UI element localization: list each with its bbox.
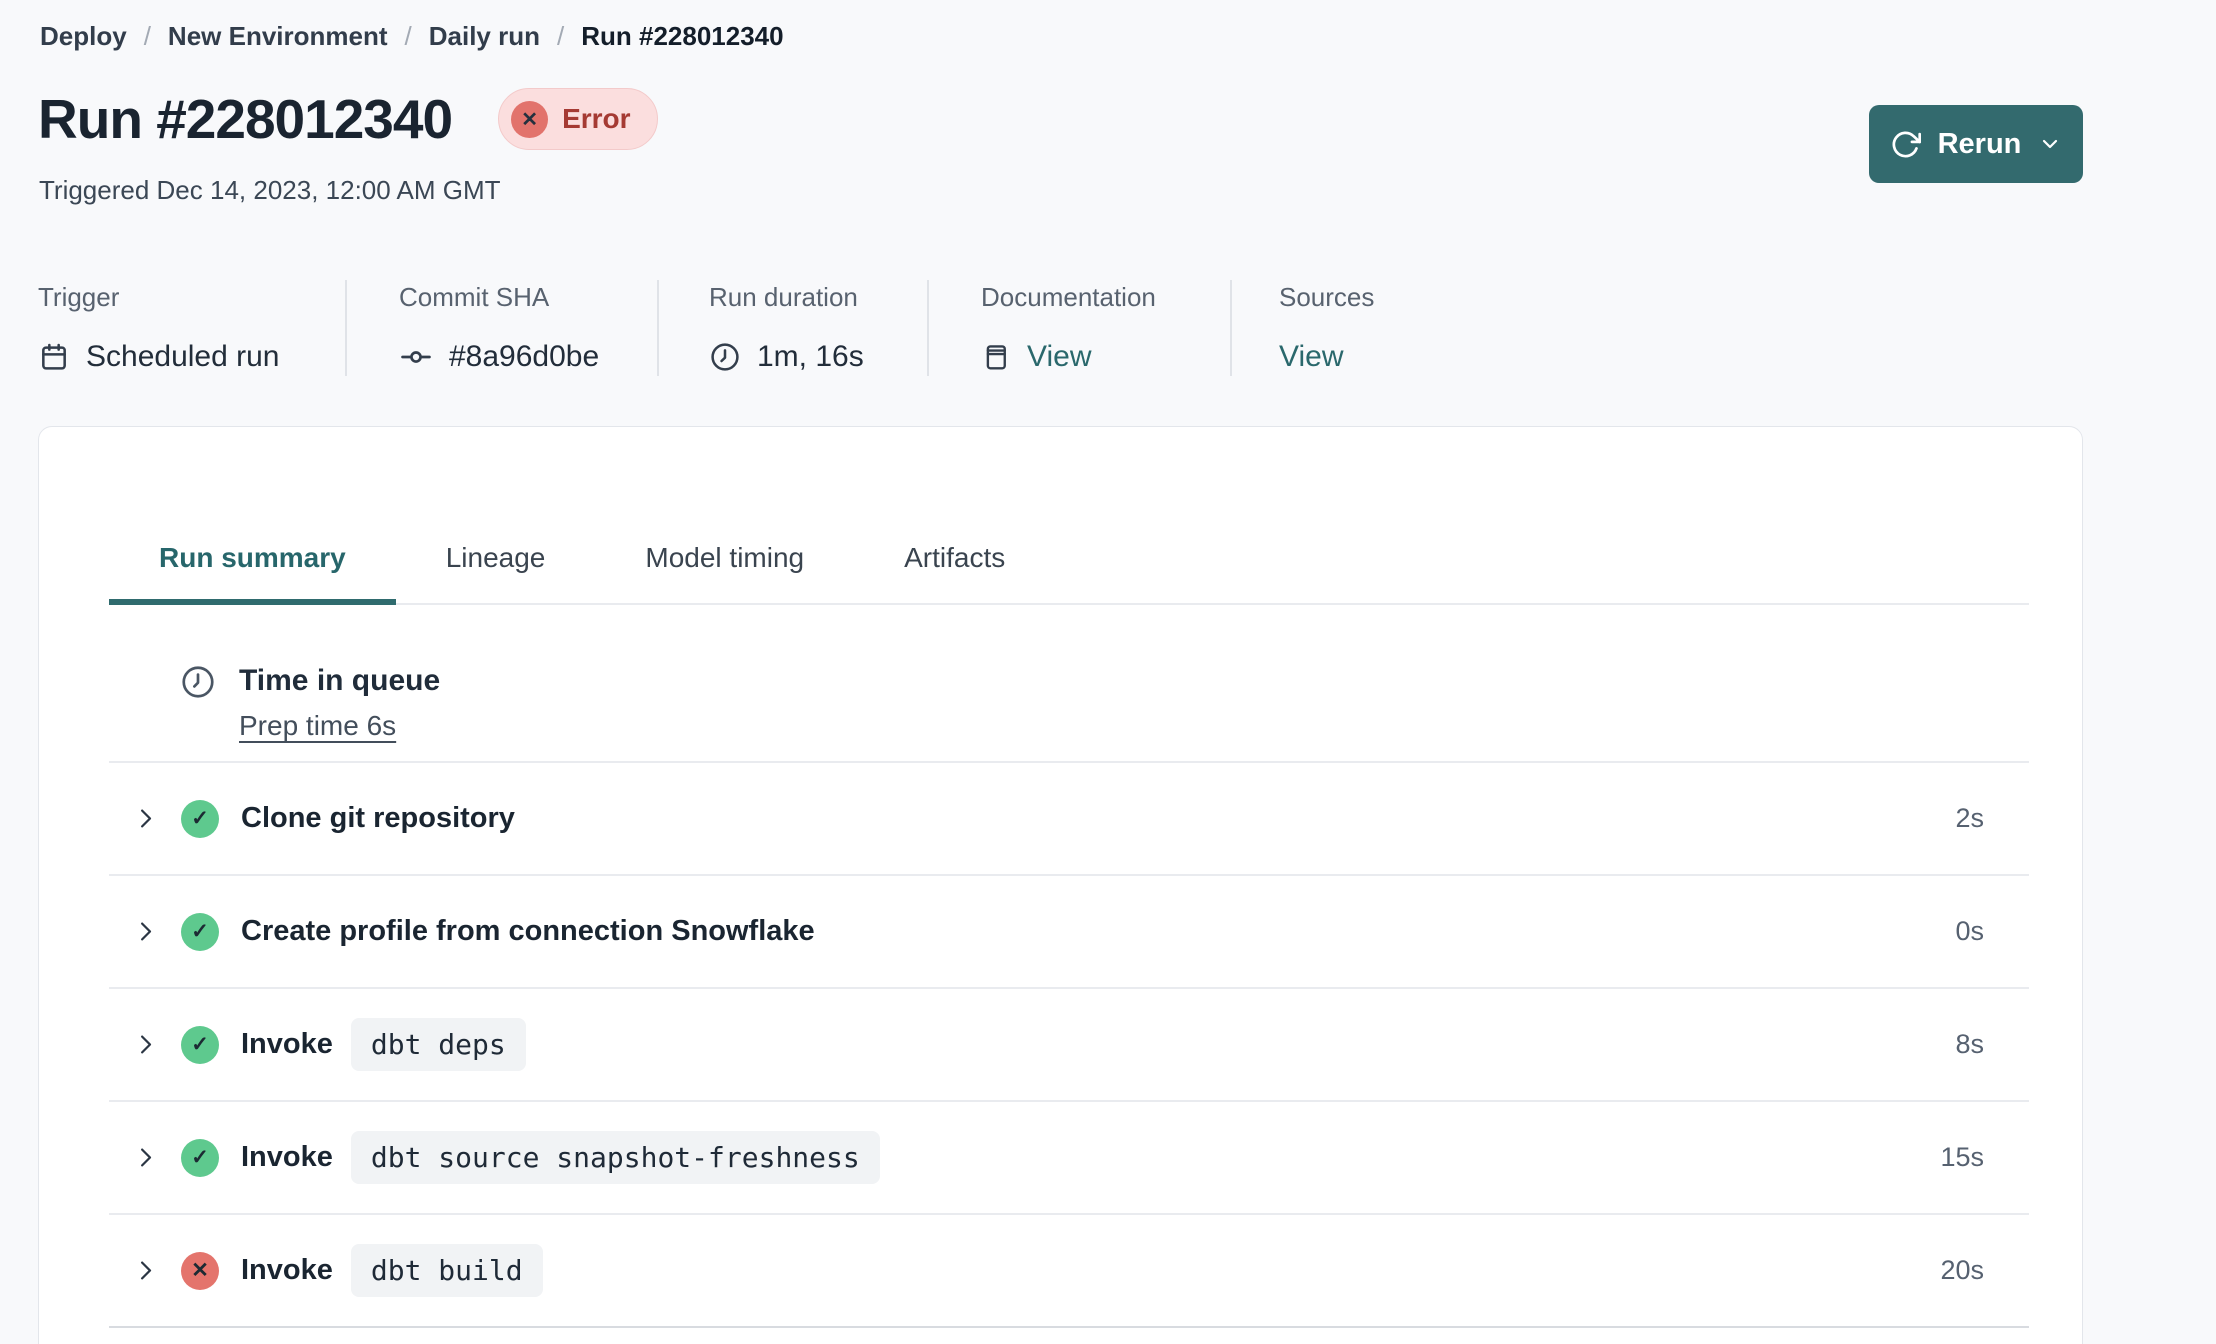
step-row-invoke-dbt-build[interactable]: ✕ Invoke dbt build 20s [109, 1215, 2029, 1328]
meta-sources-label: Sources [1279, 282, 1375, 312]
step-duration: 2s [1955, 803, 1984, 833]
step-command-chip: dbt source snapshot-freshness [350, 1131, 880, 1184]
step-title: Create profile from connection Snowflake [241, 915, 815, 947]
documentation-view-link[interactable]: View [1027, 338, 1091, 376]
chevron-right-icon[interactable] [132, 805, 159, 832]
breadcrumb-item-job[interactable]: Daily run [429, 20, 540, 52]
breadcrumb-separator: / [404, 21, 412, 51]
chevron-right-icon[interactable] [132, 918, 159, 945]
time-in-queue-title: Time in queue [239, 664, 441, 697]
tab-artifacts[interactable]: Artifacts [854, 523, 1055, 605]
breadcrumb-item-run: Run #228012340 [581, 21, 784, 51]
chevron-right-icon[interactable] [132, 1144, 159, 1171]
step-command-chip: dbt build [350, 1244, 543, 1297]
breadcrumb: Deploy / New Environment / Daily run / R… [0, 0, 2216, 52]
step-title: Invoke [241, 1141, 333, 1173]
rerun-button-label: Rerun [1937, 127, 2022, 160]
breadcrumb-item-deploy[interactable]: Deploy [40, 20, 127, 52]
step-row-create-profile[interactable]: ✓ Create profile from connection Snowfla… [109, 876, 2029, 989]
status-badge-label: Error [562, 103, 631, 134]
breadcrumb-separator: / [143, 21, 151, 51]
time-in-queue-block: Time in queue Prep time 6s [109, 605, 2029, 763]
meta-duration-label: Run duration [709, 282, 858, 312]
check-circle-icon: ✓ [181, 1138, 219, 1177]
tab-lineage[interactable]: Lineage [396, 523, 596, 605]
chevron-right-icon[interactable] [132, 1031, 159, 1058]
rotate-cw-icon [1890, 129, 1921, 160]
step-command-chip: dbt deps [350, 1018, 526, 1071]
tab-run-summary[interactable]: Run summary [109, 523, 396, 605]
status-badge: ✕ Error [498, 88, 658, 150]
meta-sources: Sources View [1230, 280, 1374, 376]
chevron-right-icon[interactable] [132, 1257, 159, 1284]
step-duration: 0s [1955, 916, 1984, 946]
run-summary-card: Run summary Lineage Model timing Artifac… [38, 426, 2083, 1344]
meta-documentation: Documentation View [927, 280, 1230, 376]
tab-model-timing[interactable]: Model timing [595, 523, 854, 605]
x-circle-icon: ✕ [181, 1251, 219, 1290]
clock-icon [709, 341, 741, 373]
clock-icon [179, 663, 217, 701]
step-duration: 8s [1955, 1029, 1984, 1059]
step-duration: 15s [1940, 1142, 1984, 1172]
meta-commit-value: #8a96d0be [449, 340, 600, 373]
sources-view-link[interactable]: View [1279, 338, 1343, 376]
x-circle-icon: ✕ [511, 100, 549, 138]
breadcrumb-separator: / [557, 21, 565, 51]
breadcrumb-item-environment[interactable]: New Environment [168, 20, 388, 52]
meta-trigger-value: Scheduled run [86, 340, 280, 373]
meta-trigger-label: Trigger [38, 282, 120, 312]
rerun-button[interactable]: Rerun [1869, 105, 2083, 183]
check-circle-icon: ✓ [181, 799, 219, 838]
meta-run-duration: Run duration 1m, 16s [657, 280, 927, 376]
step-title: Clone git repository [241, 802, 515, 834]
document-icon [981, 341, 1011, 373]
meta-commit-sha: Commit SHA #8a96d0be [345, 280, 657, 376]
meta-documentation-label: Documentation [981, 282, 1156, 312]
step-row-invoke-dbt-source-freshness[interactable]: ✓ Invoke dbt source snapshot-freshness 1… [109, 1102, 2029, 1215]
chevron-down-icon [2038, 132, 2062, 156]
step-row-invoke-dbt-deps[interactable]: ✓ Invoke dbt deps 8s [109, 989, 2029, 1102]
run-detail-page: Deploy / New Environment / Daily run / R… [0, 0, 2216, 1344]
meta-duration-value: 1m, 16s [757, 340, 864, 373]
step-title: Invoke [241, 1028, 333, 1060]
page-title: Run #228012340 [38, 88, 453, 150]
git-commit-icon [399, 340, 433, 374]
step-duration: 20s [1940, 1255, 1984, 1285]
run-meta-row: Trigger Scheduled run Commit SHA #8a96d0… [38, 280, 2216, 376]
meta-commit-label: Commit SHA [399, 282, 550, 312]
tab-bar: Run summary Lineage Model timing Artifac… [109, 523, 2029, 605]
meta-trigger: Trigger Scheduled run [38, 280, 345, 376]
prep-time-link[interactable]: Prep time 6s [239, 709, 396, 743]
check-circle-icon: ✓ [181, 1025, 219, 1064]
step-row-clone-git-repository[interactable]: ✓ Clone git repository 2s [109, 763, 2029, 876]
calendar-icon [38, 341, 70, 373]
check-circle-icon: ✓ [181, 912, 219, 951]
step-title: Invoke [241, 1254, 333, 1286]
